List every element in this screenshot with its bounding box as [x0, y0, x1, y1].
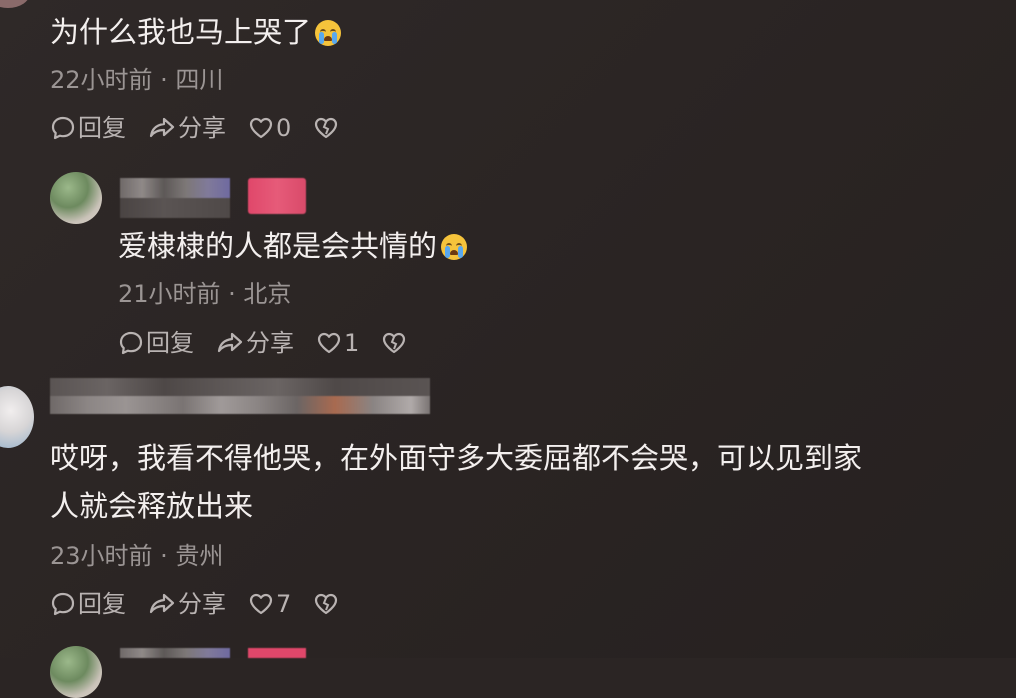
- reply-button[interactable]: 回复: [50, 590, 126, 618]
- reply-button[interactable]: 回复: [118, 329, 194, 357]
- comment-bubble-icon: [51, 116, 75, 140]
- reply-button[interactable]: 回复: [50, 114, 126, 142]
- comment-text: 爱棣棣的人都是会共情的: [118, 229, 468, 263]
- share-button[interactable]: 分享: [148, 114, 226, 142]
- comment-actions: 回复 分享 0: [50, 114, 361, 142]
- like-button[interactable]: 1: [316, 329, 359, 357]
- like-button[interactable]: 0: [248, 114, 291, 142]
- comment-meta: 22小时前 · 四川: [50, 66, 224, 94]
- share-arrow-icon: [149, 593, 175, 614]
- username-redacted: [120, 648, 310, 658]
- share-arrow-icon: [149, 117, 175, 138]
- avatar[interactable]: [0, 0, 30, 8]
- avatar[interactable]: [50, 646, 102, 698]
- dislike-button[interactable]: [381, 331, 407, 355]
- comment-actions: 回复 分享 7: [50, 590, 361, 618]
- comment-bubble-icon: [51, 592, 75, 616]
- comment-text-line1: 哎呀，我看不得他哭，在外面守多大委屈都不会哭，可以见到家: [50, 441, 863, 475]
- like-count: 0: [276, 114, 292, 142]
- dislike-button[interactable]: [313, 116, 339, 140]
- crying-face-icon: [441, 234, 468, 260]
- like-count: 7: [276, 590, 292, 618]
- share-button[interactable]: 分享: [216, 329, 294, 357]
- broken-heart-icon: [315, 117, 338, 139]
- like-count: 1: [344, 329, 360, 357]
- comment-text-line2: 人就会释放出来: [50, 489, 254, 523]
- dislike-button[interactable]: [313, 592, 339, 616]
- heart-icon: [249, 117, 273, 139]
- share-label: 分享: [246, 329, 294, 357]
- share-label: 分享: [178, 590, 226, 618]
- reply-label: 回复: [146, 329, 194, 357]
- broken-heart-icon: [383, 332, 406, 354]
- comment-actions: 回复 分享 1: [118, 329, 429, 357]
- comment-body: 爱棣棣的人都是会共情的: [118, 229, 438, 263]
- username-redacted: [120, 178, 310, 218]
- avatar[interactable]: [0, 386, 34, 448]
- share-arrow-icon: [217, 332, 243, 353]
- reply-label: 回复: [78, 590, 126, 618]
- comment-meta: 23小时前 · 贵州: [50, 542, 224, 570]
- broken-heart-icon: [315, 593, 338, 615]
- heart-icon: [249, 593, 273, 615]
- comment-body: 为什么我也马上哭了: [50, 15, 312, 49]
- like-button[interactable]: 7: [248, 590, 291, 618]
- reply-label: 回复: [78, 114, 126, 142]
- comment-text: 为什么我也马上哭了: [50, 15, 342, 49]
- crying-face-icon: [315, 20, 342, 46]
- share-button[interactable]: 分享: [148, 590, 226, 618]
- comment-bubble-icon: [119, 331, 143, 355]
- avatar[interactable]: [50, 172, 102, 224]
- share-label: 分享: [178, 114, 226, 142]
- comment-meta: 21小时前 · 北京: [118, 280, 292, 308]
- heart-icon: [317, 332, 341, 354]
- username-redacted: [50, 378, 430, 418]
